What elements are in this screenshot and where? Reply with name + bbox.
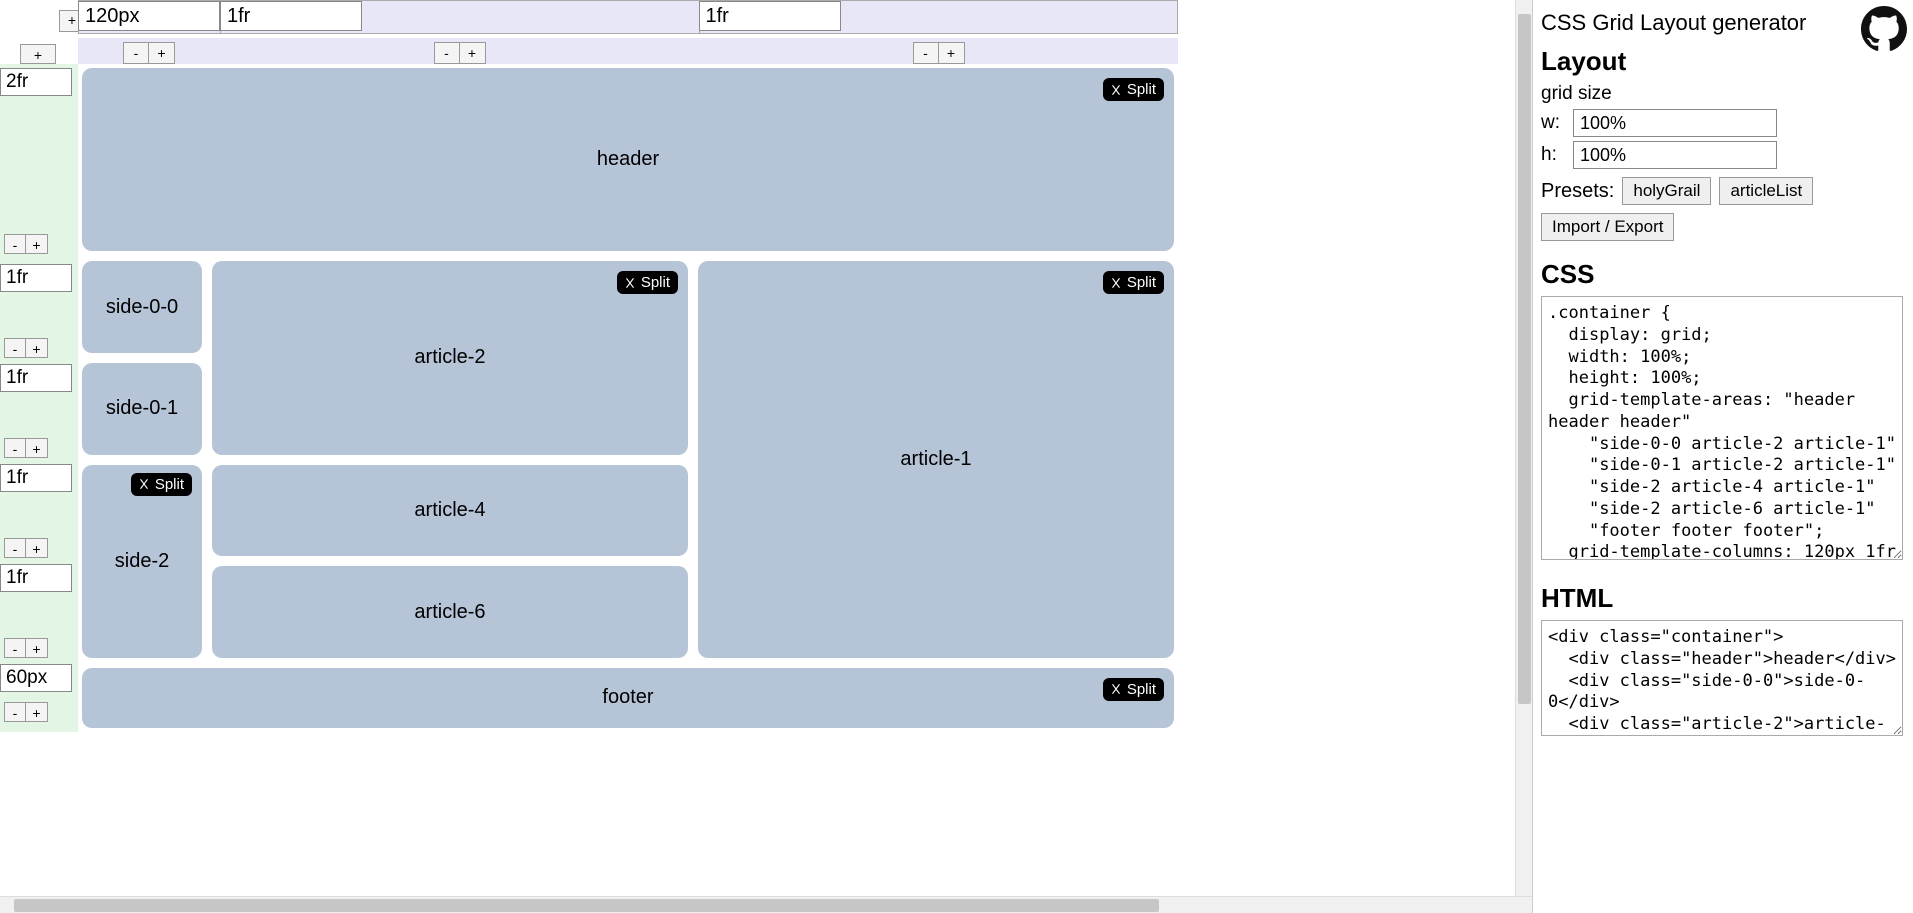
cell-article-2[interactable]: article-2 Split xyxy=(212,261,688,454)
split-button-article-2[interactable]: Split xyxy=(617,271,678,294)
row-2-add-button[interactable]: + xyxy=(26,438,48,458)
width-input[interactable] xyxy=(1573,109,1777,137)
preset-articlelist-button[interactable]: articleList xyxy=(1719,177,1813,205)
split-button-side-2[interactable]: Split xyxy=(131,473,192,496)
col-0-add-button[interactable]: + xyxy=(149,42,175,64)
row-size-input-2[interactable] xyxy=(0,364,72,392)
settings-panel: CSS Grid Layout generator Layout grid si… xyxy=(1533,0,1913,913)
row-slot-4: -+ xyxy=(0,564,78,662)
split-button-footer[interactable]: Split xyxy=(1103,678,1164,701)
cell-label: side-0-0 xyxy=(106,296,178,319)
cell-article-6[interactable]: article-6 xyxy=(212,566,688,658)
app-title: CSS Grid Layout generator xyxy=(1541,10,1903,36)
width-label: w: xyxy=(1541,112,1567,134)
row-5-add-button[interactable]: + xyxy=(26,702,48,722)
cell-label: side-2 xyxy=(115,550,169,573)
row-slot-2: -+ xyxy=(0,364,78,462)
row-0-remove-button[interactable]: - xyxy=(4,234,26,254)
vertical-scrollbar[interactable] xyxy=(1515,0,1532,896)
cell-label: article-6 xyxy=(414,601,485,624)
css-output[interactable] xyxy=(1541,296,1903,560)
html-output[interactable] xyxy=(1541,620,1903,736)
row-size-input-5[interactable] xyxy=(0,664,72,692)
row-size-input-1[interactable] xyxy=(0,264,72,292)
col-2-remove-button[interactable]: - xyxy=(913,42,939,64)
cell-label: side-0-1 xyxy=(106,397,178,420)
height-input[interactable] xyxy=(1573,141,1777,169)
col-size-input-2[interactable] xyxy=(699,1,841,31)
import-export-button[interactable]: Import / Export xyxy=(1541,213,1674,241)
split-button-header[interactable]: Split xyxy=(1103,78,1164,101)
workspace-scroll[interactable]: + + - + xyxy=(0,0,1533,913)
cell-article-1[interactable]: article-1 Split xyxy=(698,261,1174,658)
cell-label: article-4 xyxy=(414,499,485,522)
row-slot-0: -+ xyxy=(0,68,78,258)
preset-holygrail-button[interactable]: holyGrail xyxy=(1622,177,1711,205)
row-4-remove-button[interactable]: - xyxy=(4,638,26,658)
row-3-add-button[interactable]: + xyxy=(26,538,48,558)
row-0-add-button[interactable]: + xyxy=(26,234,48,254)
cell-side-0-1[interactable]: side-0-1 xyxy=(82,363,202,455)
grid-size-label: grid size xyxy=(1541,83,1903,105)
css-grid-preview: header Split side-0-0 side-0-1 side-2 Sp… xyxy=(82,68,1174,728)
cell-label: footer xyxy=(602,686,653,709)
row-sidebar: -+ -+ -+ -+ -+ xyxy=(0,64,78,732)
cell-label: header xyxy=(597,148,659,171)
col-size-input-1[interactable] xyxy=(220,1,362,31)
horizontal-scrollbar[interactable] xyxy=(0,896,1532,913)
cell-label: article-2 xyxy=(414,346,485,369)
cell-label: article-1 xyxy=(900,448,971,471)
col-size-input-0[interactable] xyxy=(78,1,220,31)
cell-footer[interactable]: footer Split xyxy=(82,668,1174,728)
row-4-add-button[interactable]: + xyxy=(26,638,48,658)
row-size-input-4[interactable] xyxy=(0,564,72,592)
github-icon xyxy=(1861,6,1907,52)
col-header-0 xyxy=(79,1,221,33)
row-slot-3: -+ xyxy=(0,464,78,562)
cell-header[interactable]: header Split xyxy=(82,68,1174,251)
height-label: h: xyxy=(1541,144,1567,166)
row-1-add-button[interactable]: + xyxy=(26,338,48,358)
css-heading: CSS xyxy=(1541,259,1903,290)
col-1-add-button[interactable]: + xyxy=(460,42,486,64)
col-0-remove-button[interactable]: - xyxy=(123,42,149,64)
html-heading: HTML xyxy=(1541,583,1903,614)
grid-stage: header Split side-0-0 side-0-1 side-2 Sp… xyxy=(78,64,1178,732)
col-header-2 xyxy=(700,1,1178,33)
column-headers xyxy=(78,0,1178,34)
presets-label: Presets: xyxy=(1541,180,1614,203)
row-slot-1: -+ xyxy=(0,264,78,362)
split-button-article-1[interactable]: Split xyxy=(1103,271,1164,294)
row-2-remove-button[interactable]: - xyxy=(4,438,26,458)
add-row-top-button[interactable]: + xyxy=(20,44,56,64)
row-3-remove-button[interactable]: - xyxy=(4,538,26,558)
github-link[interactable] xyxy=(1861,6,1907,52)
row-size-input-3[interactable] xyxy=(0,464,72,492)
row-slot-5: -+ xyxy=(0,664,78,724)
row-size-input-0[interactable] xyxy=(0,68,72,96)
col-header-1 xyxy=(221,1,700,33)
cell-article-4[interactable]: article-4 xyxy=(212,465,688,557)
col-2-add-button[interactable]: + xyxy=(939,42,965,64)
column-controls: - + - + - + xyxy=(78,38,1178,64)
row-5-remove-button[interactable]: - xyxy=(4,702,26,722)
cell-side-0-0[interactable]: side-0-0 xyxy=(82,261,202,353)
row-1-remove-button[interactable]: - xyxy=(4,338,26,358)
col-1-remove-button[interactable]: - xyxy=(434,42,460,64)
layout-heading: Layout xyxy=(1541,46,1903,77)
cell-side-2[interactable]: side-2 Split xyxy=(82,465,202,658)
